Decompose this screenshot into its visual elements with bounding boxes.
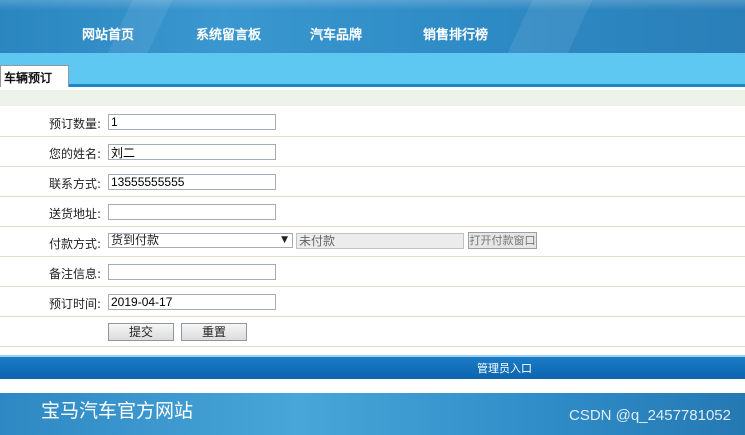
name-input[interactable] xyxy=(108,144,276,160)
admin-login-link[interactable]: 管理员入口 xyxy=(477,360,532,376)
site-title: 宝马汽车官方网站 xyxy=(41,400,194,422)
form-row-payment: 付款方式: 货到付款 ▼ 未付款 打开付款窗口 xyxy=(0,227,745,257)
phone-input[interactable] xyxy=(108,174,276,190)
name-label: 您的姓名: xyxy=(48,147,101,161)
form-row-address: 送货地址: xyxy=(0,197,745,227)
payment-status-field: 未付款 xyxy=(296,233,464,249)
footer: 宝马汽车官方网站 CSDN @q_2457781052 xyxy=(0,393,745,435)
payment-label: 付款方式: xyxy=(48,237,101,251)
quantity-input[interactable] xyxy=(108,114,276,130)
payment-method-selected: 货到付款 xyxy=(111,233,160,247)
submit-button[interactable]: 提交 xyxy=(108,323,174,341)
top-nav: 网站首页 系统留言板 汽车品牌 销售排行榜 xyxy=(0,0,745,53)
tab-vehicle-booking[interactable]: 车辆预订 xyxy=(0,65,69,87)
booking-form: 预订数量: 您的姓名: 联系方式: 送货地址: 付款方式: 货到付款 ▼ 未付款… xyxy=(0,107,745,347)
form-row-notes: 备注信息: xyxy=(0,257,745,287)
form-row-actions: 提交 重置 xyxy=(0,317,745,347)
nav-item-guestbook[interactable]: 系统留言板 xyxy=(196,24,261,43)
address-label: 送货地址: xyxy=(48,207,101,221)
form-header-band xyxy=(0,90,745,106)
quantity-label: 预订数量: xyxy=(48,117,101,131)
notes-input[interactable] xyxy=(108,264,276,280)
admin-bar: 管理员入口 xyxy=(0,355,745,379)
form-row-name: 您的姓名: xyxy=(0,137,745,167)
notes-label: 备注信息: xyxy=(48,267,101,281)
nav-item-home[interactable]: 网站首页 xyxy=(82,24,134,43)
form-row-phone: 联系方式: xyxy=(0,167,745,197)
address-input[interactable] xyxy=(108,204,276,220)
form-row-quantity: 预订数量: xyxy=(0,107,745,137)
nav-decoration xyxy=(507,0,593,53)
order-time-input[interactable] xyxy=(108,294,276,310)
reset-button[interactable]: 重置 xyxy=(181,323,247,341)
order-time-label: 预订时间: xyxy=(48,297,101,311)
phone-label: 联系方式: xyxy=(48,177,101,191)
nav-item-car-brands[interactable]: 汽车品牌 xyxy=(310,24,362,43)
form-row-order-time: 预订时间: xyxy=(0,287,745,317)
tab-strip: 车辆预订 xyxy=(0,53,745,87)
payment-method-select[interactable]: 货到付款 ▼ xyxy=(108,233,293,248)
nav-item-sales-ranking[interactable]: 销售排行榜 xyxy=(423,24,488,43)
chevron-down-icon: ▼ xyxy=(281,235,288,245)
open-payment-window-button[interactable]: 打开付款窗口 xyxy=(468,232,537,249)
watermark: CSDN @q_2457781052 xyxy=(568,407,731,424)
